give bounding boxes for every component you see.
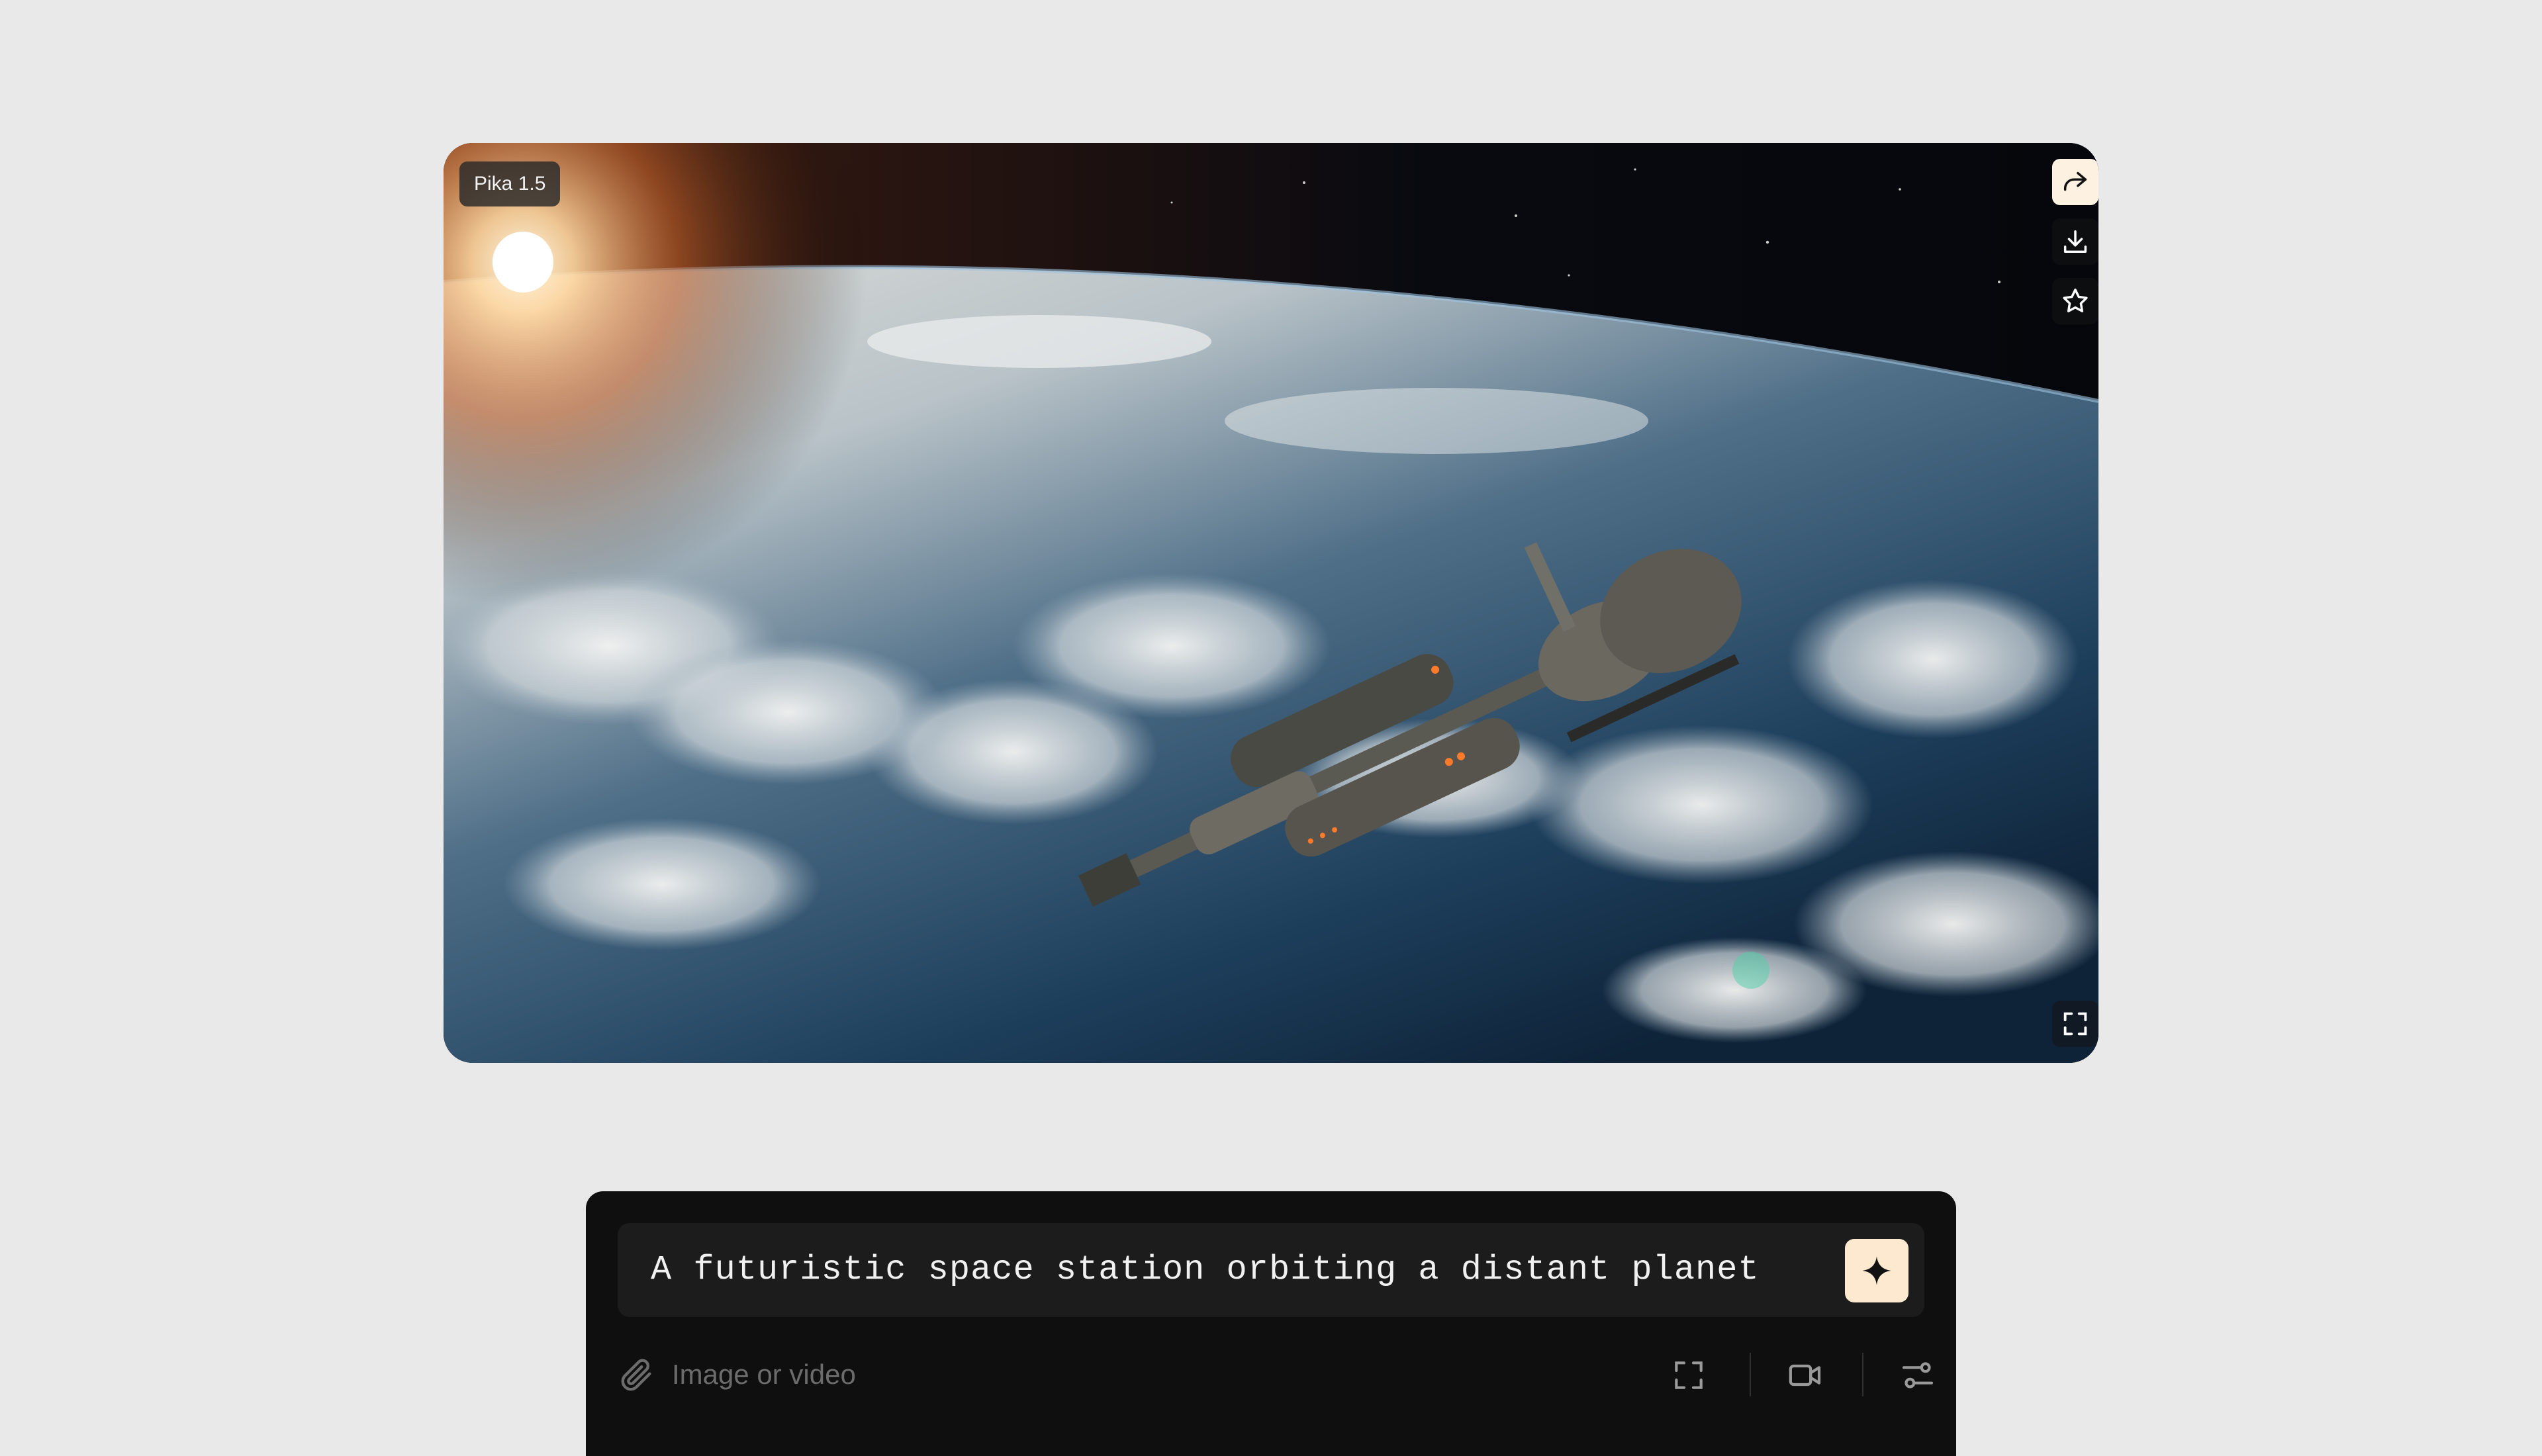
prompt-input[interactable]: A futuristic space station orbiting a di…: [618, 1223, 1924, 1317]
toolbar-divider: [1750, 1353, 1751, 1396]
space-station-video-frame: [444, 143, 2098, 1063]
favorite-button[interactable]: [2052, 278, 2098, 324]
download-button[interactable]: [2052, 218, 2098, 265]
fullscreen-button[interactable]: [2052, 1001, 2098, 1047]
star-icon: [2063, 289, 2088, 312]
sparkle-icon: [1862, 1256, 1891, 1285]
prompt-toolbar: Image or video: [618, 1345, 1934, 1404]
video-camera-button[interactable]: [1784, 1354, 1826, 1396]
settings-button[interactable]: [1897, 1354, 1939, 1396]
settings-sliders-icon: [1902, 1362, 1934, 1388]
share-button[interactable]: [2052, 159, 2098, 205]
video-camera-icon: [1789, 1364, 1821, 1387]
download-icon: [2063, 230, 2087, 253]
fullscreen-icon: [2063, 1012, 2087, 1036]
prompt-text[interactable]: A futuristic space station orbiting a di…: [651, 1223, 1760, 1317]
aspect-ratio-button[interactable]: [1668, 1354, 1710, 1396]
toolbar-divider: [1862, 1353, 1863, 1396]
paperclip-icon[interactable]: [618, 1355, 656, 1394]
generate-button[interactable]: [1845, 1239, 1908, 1302]
video-preview[interactable]: Pika 1.5: [444, 143, 2098, 1063]
attach-placeholder[interactable]: Image or video: [672, 1345, 856, 1404]
share-icon: [2063, 171, 2087, 191]
aspect-ratio-icon: [1675, 1361, 1703, 1389]
model-badge: Pika 1.5: [459, 161, 561, 206]
prompt-panel: A futuristic space station orbiting a di…: [586, 1191, 1956, 1456]
